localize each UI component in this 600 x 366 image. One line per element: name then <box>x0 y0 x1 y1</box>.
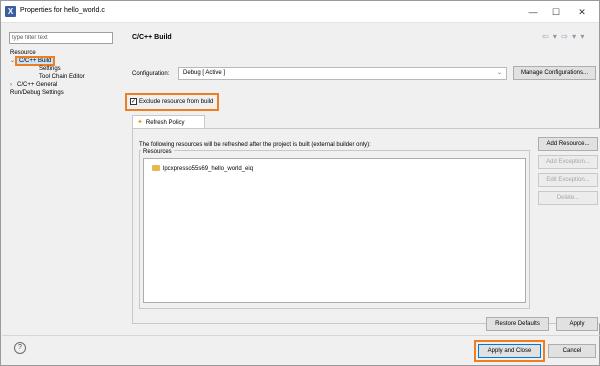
checkbox-checked-icon[interactable]: ✓ <box>130 98 137 105</box>
chevron-right-icon[interactable]: › <box>10 81 17 89</box>
tree-item-tool-chain-editor[interactable]: Tool Chain Editor <box>39 73 85 81</box>
window-title: Properties for hello_world.c <box>20 7 105 14</box>
tree-item-label: Run/Debug Settings <box>10 90 64 96</box>
maximize-button[interactable]: ☐ <box>549 5 563 19</box>
tree-item-label: Resource <box>10 50 36 56</box>
configuration-select[interactable]: Debug [ Active ] ⌄ <box>178 67 507 80</box>
properties-dialog: X Properties for hello_world.c — ☐ ✕ Res… <box>0 0 600 366</box>
refresh-icon: ✦ <box>137 119 143 126</box>
refresh-description: The following resources will be refreshe… <box>139 142 371 148</box>
manage-configurations-button[interactable]: Manage Configurations... <box>513 66 596 80</box>
tree-item-label: C/C++ General <box>17 82 58 88</box>
apply-button[interactable]: Apply <box>556 317 598 331</box>
navigation-pane: Resource ⌄C/C++ Build Settings Tool Chai… <box>9 32 115 324</box>
apply-and-close-button[interactable]: Apply and Close <box>474 340 545 362</box>
cancel-button[interactable]: Cancel <box>548 344 596 358</box>
tree-item-label: Tool Chain Editor <box>39 74 85 80</box>
tab-refresh-policy[interactable]: ✦ Refresh Policy <box>132 115 205 129</box>
folder-icon <box>152 164 160 171</box>
eclipse-app-icon: X <box>5 6 16 17</box>
page-title: C/C++ Build <box>132 34 172 41</box>
history-nav-arrows-icon[interactable]: ⇦ ▾ ⇨ ▾ ▾ <box>542 32 585 41</box>
tree-item-resource[interactable]: Resource <box>10 49 36 57</box>
help-icon[interactable]: ? <box>14 342 26 354</box>
minimize-button[interactable]: — <box>526 5 540 19</box>
footer-divider <box>2 335 600 336</box>
exclude-resource-checkbox[interactable]: ✓ Exclude resource from build <box>124 93 220 111</box>
configuration-value: Debug [ Active ] <box>183 70 226 76</box>
resources-list[interactable] <box>143 158 526 303</box>
tree-item-cpp-build[interactable]: ⌄ C/C++ Build <box>10 56 56 66</box>
resource-name: lpcxpresso55s69_hello_world_eiq <box>163 166 254 172</box>
tab-label: Refresh Policy <box>145 120 185 126</box>
close-button[interactable]: ✕ <box>575 5 589 19</box>
chevron-down-icon[interactable]: ⌄ <box>10 57 17 65</box>
exclude-resource-label: Exclude resource from build <box>138 99 214 105</box>
restore-defaults-button[interactable]: Restore Defaults <box>486 317 549 331</box>
delete-button[interactable]: Delete... <box>538 191 598 205</box>
chevron-down-icon: ⌄ <box>496 70 502 76</box>
filter-input[interactable] <box>9 32 113 44</box>
configuration-label: Configuration: <box>132 71 170 77</box>
tree-item-cpp-general[interactable]: › C/C++ General <box>10 81 57 89</box>
list-item[interactable]: lpcxpresso55s69_hello_world_eiq <box>152 164 254 173</box>
tree-item-label: Settings <box>39 66 61 72</box>
resources-group-title: Resources <box>141 149 174 155</box>
tree-item-settings[interactable]: Settings <box>39 65 61 73</box>
add-exception-button[interactable]: Add Exception... <box>538 155 598 169</box>
tree-item-run-debug-settings[interactable]: Run/Debug Settings <box>10 89 64 97</box>
add-resource-button[interactable]: Add Resource... <box>538 137 598 151</box>
tree-item-label: C/C++ Build <box>14 56 56 66</box>
edit-exception-button[interactable]: Edit Exception... <box>538 173 598 187</box>
title-bar: X Properties for hello_world.c — ☐ ✕ <box>1 1 599 23</box>
